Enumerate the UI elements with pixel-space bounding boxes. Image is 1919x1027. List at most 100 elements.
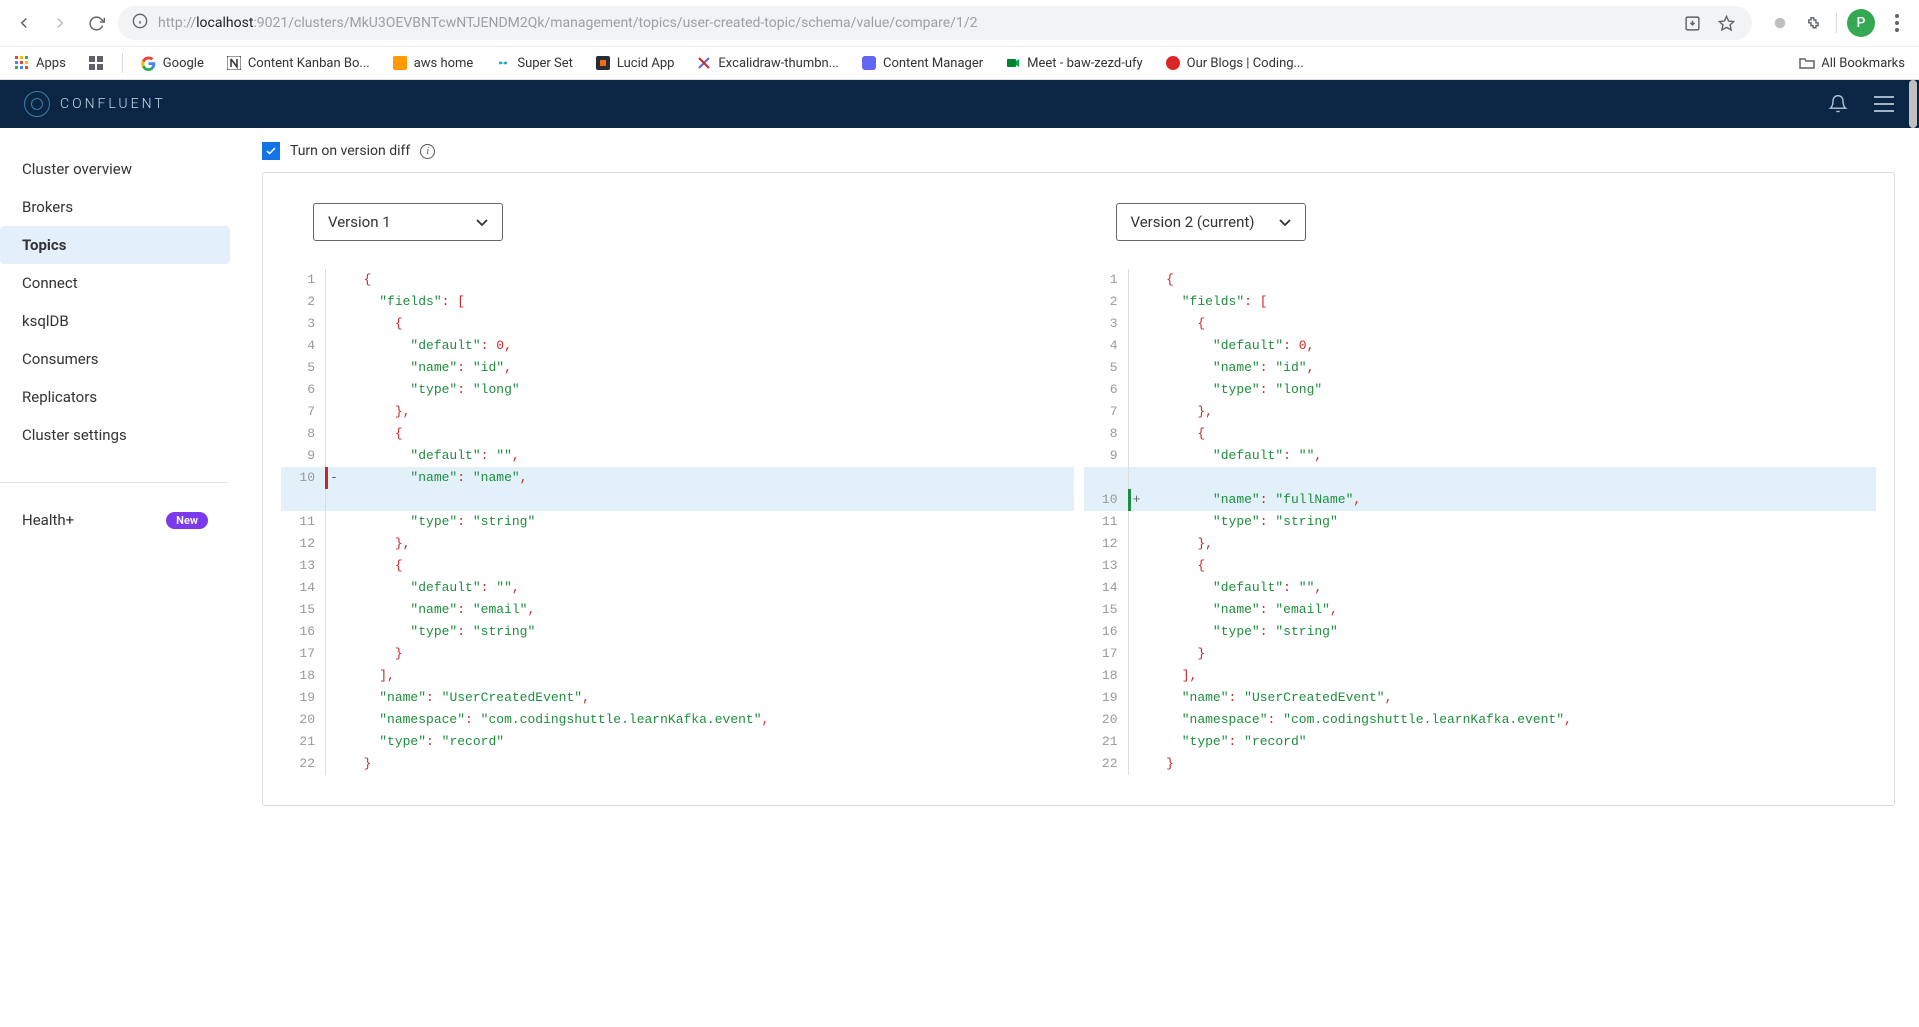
diff-card: Version 1 1 {2 "fields": [3 {4 "default"… (262, 172, 1895, 806)
line-content: }, (1143, 533, 1877, 555)
diff-marker (1131, 599, 1143, 621)
menu-dots-icon[interactable] (1885, 11, 1909, 35)
brand-logo[interactable]: CONFLUENT (24, 91, 166, 117)
line-content: { (1143, 555, 1877, 577)
bookmark-label: Excalidraw-thumbn... (718, 56, 839, 71)
code-line: 1 { (281, 269, 1074, 291)
line-number: 7 (281, 401, 325, 423)
info-icon[interactable]: i (420, 144, 435, 159)
bookmark-grid[interactable] (84, 53, 108, 73)
sidebar-item-ksqldb[interactable]: ksqlDB (0, 302, 230, 340)
sidebar-item-cluster-settings[interactable]: Cluster settings (0, 416, 230, 454)
line-content: ], (1143, 665, 1877, 687)
bookmark-blogs[interactable]: Our Blogs | Coding... (1161, 53, 1308, 73)
bookmark-meet[interactable]: Meet - baw-zezd-ufy (1001, 53, 1147, 73)
gutter-bar (325, 687, 328, 709)
bookmark-label: Meet - baw-zezd-ufy (1027, 56, 1143, 71)
bookmark-aws[interactable]: aws home (388, 53, 478, 73)
install-app-icon[interactable] (1680, 11, 1704, 35)
bookmark-star-icon[interactable] (1714, 11, 1738, 35)
profile-avatar[interactable]: P (1847, 9, 1875, 37)
line-number: 16 (1084, 621, 1128, 643)
new-badge: New (166, 512, 208, 529)
diff-marker (328, 423, 340, 445)
line-content: "type": "string" (1143, 511, 1877, 533)
sidebar-item-replicators[interactable]: Replicators (0, 378, 230, 416)
sidebar-item-cluster-overview[interactable]: Cluster overview (0, 150, 230, 188)
site-info-icon[interactable] (132, 13, 148, 33)
sidebar-item-connect[interactable]: Connect (0, 264, 230, 302)
bookmark-superset[interactable]: Super Set (491, 53, 577, 73)
toolbar-right: P (1760, 9, 1909, 37)
line-content: { (1143, 313, 1877, 335)
code-line: 6 "type": "long" (281, 379, 1074, 401)
version-select-right[interactable]: Version 2 (current) (1116, 203, 1306, 241)
line-number: 19 (1084, 687, 1128, 709)
gutter-bar (1128, 599, 1131, 621)
forward-button[interactable] (46, 9, 74, 37)
line-number: 1 (281, 269, 325, 291)
url-bar[interactable]: http://localhost:9021/clusters/MkU3OEVBN… (118, 6, 1752, 40)
sidebar-item-topics[interactable]: Topics (0, 226, 230, 264)
notion-icon (226, 55, 242, 71)
bookmark-excalidraw[interactable]: Excalidraw-thumbn... (692, 53, 843, 73)
gutter-bar (325, 665, 328, 687)
code-line: 2 "fields": [ (281, 291, 1074, 313)
code-line: 14 "default": "", (281, 577, 1074, 599)
code-line: 18 ], (281, 665, 1074, 687)
gutter-bar (1128, 577, 1131, 599)
bookmark-label: Our Blogs | Coding... (1187, 56, 1304, 71)
bookmark-cms[interactable]: Content Manager (857, 53, 987, 73)
bookmark-kanban[interactable]: Content Kanban Bo... (222, 53, 374, 73)
bookmark-all-folder[interactable]: All Bookmarks (1795, 53, 1909, 73)
line-content: "type": "record" (1143, 731, 1877, 753)
sidebar-item-consumers[interactable]: Consumers (0, 340, 230, 378)
google-icon (141, 55, 157, 71)
reload-button[interactable] (82, 9, 110, 37)
line-number: 10 (1084, 489, 1128, 511)
hamburger-menu-icon[interactable] (1873, 93, 1895, 115)
code-line: 11 "type": "string" (281, 511, 1074, 533)
version-select-left[interactable]: Version 1 (313, 203, 503, 241)
line-number: 2 (281, 291, 325, 313)
code-block-right: 1 {2 "fields": [3 {4 "default": 0,5 "nam… (1084, 269, 1877, 775)
notifications-bell-icon[interactable] (1827, 93, 1849, 115)
bookmark-apps[interactable]: Apps (10, 53, 70, 73)
code-line: 15 "name": "email", (1084, 599, 1877, 621)
line-content: }, (340, 401, 1074, 423)
diff-marker: - (328, 467, 340, 489)
extension-icon[interactable] (1768, 11, 1792, 35)
scrollbar-thumb[interactable] (1909, 80, 1917, 128)
gutter-bar (325, 357, 328, 379)
diff-marker (1131, 423, 1143, 445)
line-number: 21 (281, 731, 325, 753)
code-line: 10+ "name": "fullName", (1084, 489, 1877, 511)
diff-toggle-checkbox[interactable] (262, 142, 280, 160)
gutter-bar (325, 423, 328, 445)
line-number: 14 (281, 577, 325, 599)
code-line: 19 "name": "UserCreatedEvent", (281, 687, 1074, 709)
diff-marker (1131, 753, 1143, 775)
diff-marker (328, 511, 340, 533)
code-line: 10- "name": "name", (281, 467, 1074, 489)
gutter-bar (325, 511, 328, 533)
line-number (281, 489, 325, 511)
diff-marker (328, 291, 340, 313)
diff-marker (328, 665, 340, 687)
sidebar-item-label: Connect (22, 274, 78, 292)
sidebar-item-health[interactable]: Health+ New (0, 501, 230, 539)
line-number: 15 (1084, 599, 1128, 621)
gutter-bar (325, 291, 328, 313)
back-button[interactable] (10, 9, 38, 37)
diff-marker (1131, 621, 1143, 643)
bookmark-google[interactable]: Google (137, 53, 208, 73)
extensions-puzzle-icon[interactable] (1802, 11, 1826, 35)
sidebar-item-label: Topics (22, 236, 66, 254)
code-line: 16 "type": "string" (281, 621, 1074, 643)
sidebar-item-brokers[interactable]: Brokers (0, 188, 230, 226)
diff-marker (328, 599, 340, 621)
bookmark-lucid[interactable]: Lucid App (591, 53, 679, 73)
url-text: http://localhost:9021/clusters/MkU3OEVBN… (158, 15, 1670, 31)
code-line: 3 { (1084, 313, 1877, 335)
sidebar-item-label: Health+ (22, 511, 74, 529)
